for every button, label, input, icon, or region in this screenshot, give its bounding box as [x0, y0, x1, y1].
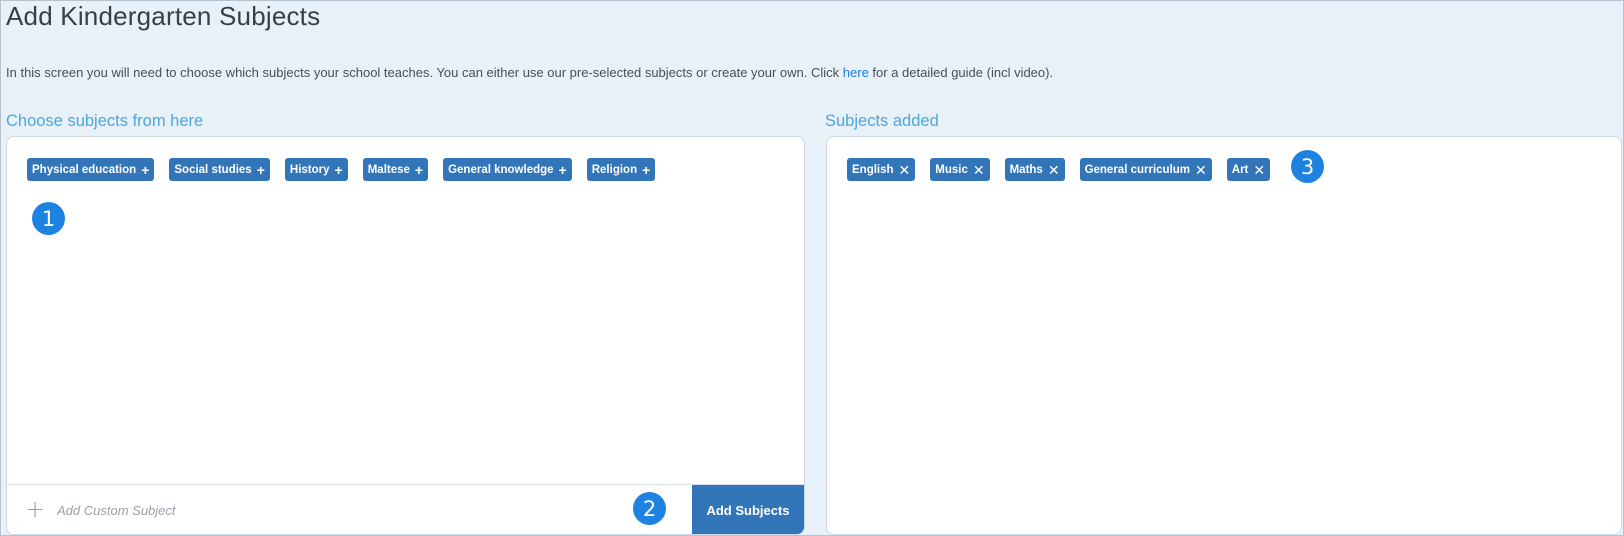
- custom-subject-input[interactable]: [57, 497, 537, 523]
- plus-icon: +: [642, 161, 651, 178]
- close-icon[interactable]: ✕: [1048, 163, 1060, 177]
- added-subject-tag[interactable]: Art ✕: [1226, 158, 1271, 181]
- app-frame: Add Kindergarten Subjects In this screen…: [0, 0, 1624, 536]
- plus-icon: +: [334, 161, 343, 178]
- added-subject-tag[interactable]: General curriculum ✕: [1079, 158, 1212, 181]
- close-icon[interactable]: ✕: [1195, 163, 1207, 177]
- available-subject-tag[interactable]: Religion +: [586, 158, 656, 181]
- tag-label: Religion: [591, 163, 638, 176]
- plus-icon: +: [256, 161, 265, 178]
- step-badge-3: 3: [1291, 150, 1324, 183]
- tag-label: Maths: [1009, 163, 1043, 176]
- added-subject-tag[interactable]: Music ✕: [930, 158, 990, 181]
- add-subjects-button[interactable]: Add Subjects: [692, 485, 804, 534]
- available-subject-tag[interactable]: Maltese +: [362, 158, 429, 181]
- tag-label: English: [852, 163, 894, 176]
- available-subject-tag[interactable]: General knowledge +: [443, 158, 572, 181]
- added-subject-tag[interactable]: English ✕: [847, 158, 916, 181]
- intro-text: In this screen you will need to choose w…: [6, 65, 1053, 80]
- available-subjects-heading: Choose subjects from here: [6, 112, 204, 130]
- tag-label: General curriculum: [1084, 163, 1191, 176]
- available-tags-list: Physical education + Social studies + Hi…: [27, 158, 656, 181]
- guide-link[interactable]: here: [843, 65, 869, 80]
- tag-label: General knowledge: [448, 163, 554, 176]
- plus-icon: +: [141, 161, 150, 178]
- tag-label: Physical education: [32, 163, 137, 176]
- available-subject-tag[interactable]: History +: [284, 158, 348, 181]
- added-subjects-panel: English ✕ Music ✕ Maths ✕ General curric…: [826, 136, 1622, 535]
- available-subjects-panel: Physical education + Social studies + Hi…: [6, 136, 805, 535]
- close-icon[interactable]: ✕: [973, 163, 985, 177]
- tag-label: History: [289, 163, 330, 176]
- added-subject-tag[interactable]: Maths ✕: [1004, 158, 1065, 181]
- tag-label: Maltese: [367, 163, 410, 176]
- available-subject-tag[interactable]: Social studies +: [169, 158, 270, 181]
- step-badge-1: 1: [32, 202, 65, 235]
- intro-text-before: In this screen you will need to choose w…: [6, 65, 843, 80]
- step-badge-2: 2: [633, 492, 666, 525]
- tag-label: Social studies: [174, 163, 252, 176]
- added-subjects-heading: Subjects added: [825, 112, 939, 130]
- intro-text-after: for a detailed guide (incl video).: [868, 65, 1054, 80]
- custom-subject-bar: + Add Subjects: [7, 484, 804, 534]
- close-icon[interactable]: ✕: [899, 163, 911, 177]
- added-tags-list: English ✕ Music ✕ Maths ✕ General curric…: [847, 158, 1271, 181]
- plus-icon: +: [414, 161, 424, 178]
- page-title: Add Kindergarten Subjects: [6, 1, 321, 31]
- add-custom-plus-icon[interactable]: +: [25, 497, 45, 521]
- available-subject-tag[interactable]: Physical education +: [27, 158, 155, 181]
- plus-icon: +: [558, 161, 567, 178]
- tag-label: Art: [1231, 163, 1249, 176]
- close-icon[interactable]: ✕: [1253, 163, 1265, 177]
- tag-label: Music: [935, 163, 968, 176]
